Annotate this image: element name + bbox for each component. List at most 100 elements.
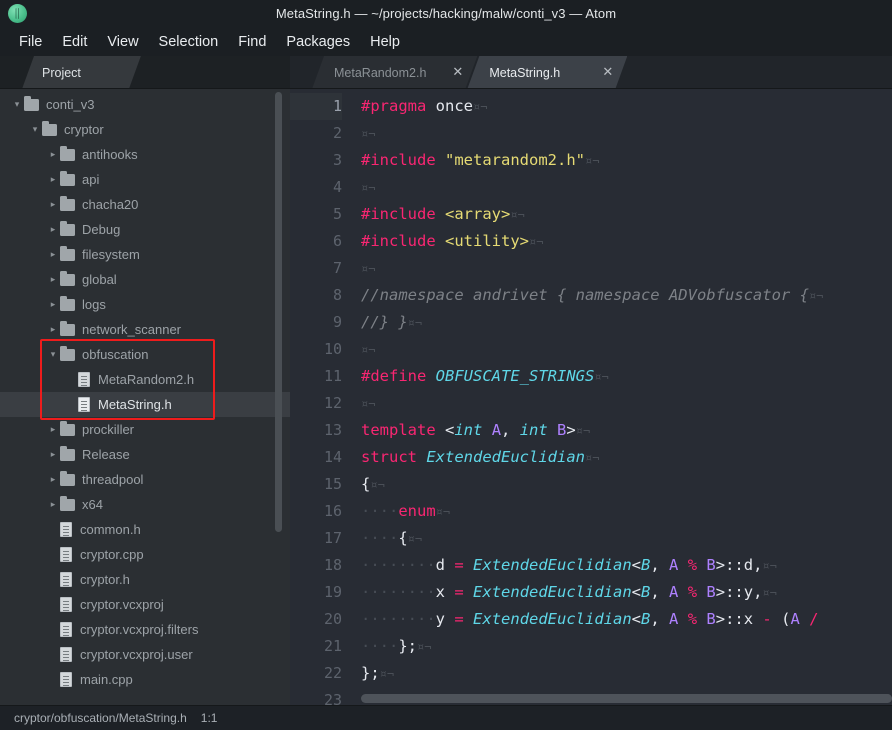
line-number: 22 [323,664,342,682]
tree-item-label: cryptor.vcxproj.user [80,647,193,662]
chevron-right-icon[interactable] [46,300,60,309]
tree-item-filesystem[interactable]: filesystem [0,242,290,267]
close-icon[interactable]: ✕ [602,66,613,79]
tree-item-antihooks[interactable]: antihooks [0,142,290,167]
code-line[interactable]: template <int A, int B>¤¬ [356,417,892,444]
menu-find[interactable]: Find [229,30,275,54]
tree-item-api[interactable]: api [0,167,290,192]
editor-horizontal-scrollbar[interactable] [361,694,892,703]
code-token: , [501,421,520,439]
code-token: B [706,583,716,601]
menu-help[interactable]: Help [361,30,409,54]
chevron-down-icon[interactable] [10,100,24,109]
chevron-down-icon[interactable] [46,350,60,359]
menu-packages[interactable]: Packages [277,30,359,54]
tree-item-network-scanner[interactable]: network_scanner [0,317,290,342]
project-tree-scrollbar[interactable] [275,92,282,532]
chevron-right-icon[interactable] [46,500,60,509]
tab-project[interactable]: Project [22,56,141,89]
code-token: once [435,97,473,115]
chevron-right-icon[interactable] [46,225,60,234]
tree-item-cryptor-h[interactable]: cryptor.h [0,567,290,592]
code-content[interactable]: #pragma once¤¬ ¤¬ #include "metarandom2.h"… [356,89,892,705]
chevron-right-icon[interactable] [46,425,60,434]
code-token: d [435,556,445,574]
chevron-right-icon[interactable] [46,150,60,159]
tree-item-global[interactable]: global [0,267,290,292]
chevron-right-icon[interactable] [46,450,60,459]
tree-item-conti-v3[interactable]: conti_v3 [0,92,290,117]
code-line[interactable]: //} }¤¬ [356,309,892,336]
tree-item-label: threadpool [82,472,144,487]
code-token: B [641,610,651,628]
tree-item-threadpool[interactable]: threadpool [0,467,290,492]
code-line[interactable]: ····enum¤¬ [356,498,892,525]
code-line[interactable]: ¤¬ [356,174,892,201]
tree-item-prockiller[interactable]: prockiller [0,417,290,442]
chevron-right-icon[interactable] [46,475,60,484]
tree-item-common-h[interactable]: common.h [0,517,290,542]
code-token: ExtendedEuclidian [473,556,632,574]
code-line[interactable]: struct ExtendedEuclidian¤¬ [356,444,892,471]
tree-item-main-cpp[interactable]: main.cpp [0,667,290,692]
menu-selection[interactable]: Selection [150,30,228,54]
code-token: A [669,610,679,628]
tree-item-chacha20[interactable]: chacha20 [0,192,290,217]
tree-item-cryptor-cpp[interactable]: cryptor.cpp [0,542,290,567]
code-line[interactable]: ····{¤¬ [356,525,892,552]
project-tree[interactable]: conti_v3cryptor antihooks api chacha20 Debug… [0,89,290,705]
menu-file[interactable]: File [10,30,51,54]
menu-view[interactable]: View [98,30,147,54]
chevron-right-icon[interactable] [46,325,60,334]
code-line[interactable]: ¤¬ [356,255,892,282]
line-number: 23 [323,691,342,705]
tree-item-x64[interactable]: x64 [0,492,290,517]
eol-marker-icon: ¤¬ [575,424,591,438]
eol-marker-icon: ¤¬ [417,640,432,654]
tree-item-cryptor-vcxproj-filters[interactable]: cryptor.vcxproj.filters [0,617,290,642]
code-line[interactable]: };¤¬ [356,660,892,687]
tree-item-obfuscation[interactable]: obfuscation [0,342,290,367]
code-line[interactable]: #include "metarandom2.h"¤¬ [356,147,892,174]
code-line[interactable]: ········y = ExtendedEuclidian<B, A % B>:… [356,606,892,633]
editor-tab-metastring-h[interactable]: MetaString.h ✕ [467,56,627,89]
code-line[interactable]: ····};¤¬ [356,633,892,660]
folder-icon [60,345,75,361]
chevron-right-icon[interactable] [46,175,60,184]
code-line[interactable]: //namespace andrivet { namespace ADVobfu… [356,282,892,309]
editor-tab-metarandom2-h[interactable]: MetaRandom2.h ✕ [312,56,477,89]
tree-item-metastring-h[interactable]: MetaString.h [0,392,290,417]
tree-item-debug[interactable]: Debug [0,217,290,242]
code-line[interactable]: #define OBFUSCATE_STRINGS¤¬ [356,363,892,390]
status-file-path[interactable]: cryptor/obfuscation/MetaString.h [14,711,187,725]
code-line[interactable]: ········d = ExtendedEuclidian<B, A % B>:… [356,552,892,579]
tree-item-cryptor[interactable]: cryptor [0,117,290,142]
code-line[interactable]: {¤¬ [356,471,892,498]
code-line[interactable]: ¤¬ [356,120,892,147]
eol-marker-icon: ¤¬ [510,208,525,222]
tree-item-metarandom2-h[interactable]: MetaRandom2.h [0,367,290,392]
code-line[interactable]: #include <utility>¤¬ [356,228,892,255]
line-number: 17 [323,529,342,547]
code-line[interactable]: ········x = ExtendedEuclidian<B, A % B>:… [356,579,892,606]
chevron-right-icon[interactable] [46,200,60,209]
chevron-down-icon[interactable] [28,125,42,134]
status-cursor-position[interactable]: 1:1 [201,711,218,725]
code-line[interactable]: #pragma once¤¬ [356,93,892,120]
tree-item-cryptor-vcxproj-user[interactable]: cryptor.vcxproj.user [0,642,290,667]
close-icon[interactable]: ✕ [452,66,463,79]
code-line[interactable]: ¤¬ [356,336,892,363]
menu-edit[interactable]: Edit [53,30,96,54]
code-line[interactable]: ¤¬ [356,390,892,417]
tree-item-cryptor-vcxproj[interactable]: cryptor.vcxproj [0,592,290,617]
line-number: 10 [323,340,342,358]
menu-bar: File Edit View Selection Find Packages H… [0,27,892,56]
file-icon [60,672,72,687]
code-line[interactable]: #include <array>¤¬ [356,201,892,228]
chevron-right-icon[interactable] [46,275,60,284]
tree-item-logs[interactable]: logs [0,292,290,317]
chevron-right-icon[interactable] [46,250,60,259]
folder-icon [60,270,75,286]
tree-item-release[interactable]: Release [0,442,290,467]
